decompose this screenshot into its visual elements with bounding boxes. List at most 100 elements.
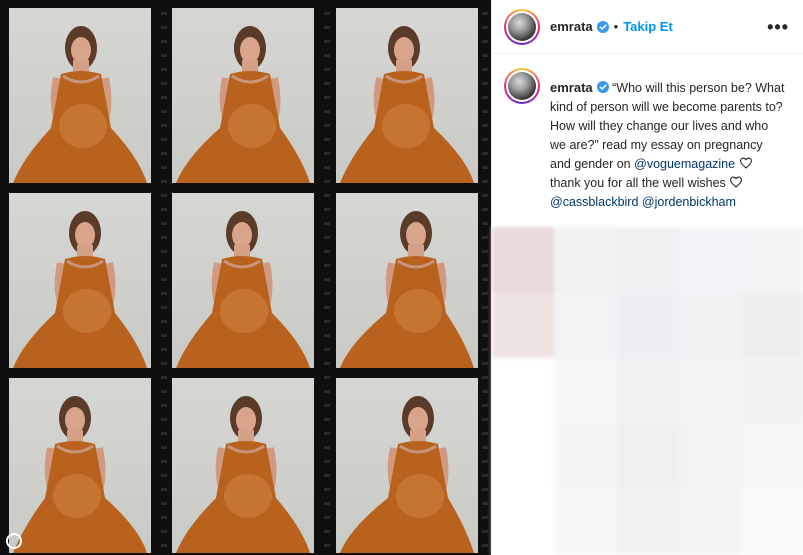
film-sprocket bbox=[482, 138, 488, 141]
film-sprocket bbox=[482, 124, 488, 127]
post-header: emrata • Takip Et ••• bbox=[492, 0, 803, 54]
film-sprocket bbox=[161, 250, 167, 253]
film-sprocket bbox=[324, 530, 330, 533]
film-sprocket bbox=[482, 96, 488, 99]
mention-jordenbickham[interactable]: @jordenbickham bbox=[642, 195, 736, 209]
blurred-block bbox=[492, 423, 555, 490]
watermark-logo-icon bbox=[6, 533, 22, 549]
film-sprocket bbox=[161, 26, 167, 29]
film-sprocket bbox=[161, 334, 167, 337]
blurred-block bbox=[741, 292, 803, 359]
film-sprocket bbox=[161, 12, 167, 15]
photo-frame bbox=[336, 8, 478, 183]
film-sprocket bbox=[482, 446, 488, 449]
film-sprocket bbox=[482, 292, 488, 295]
photo-frame bbox=[336, 378, 478, 553]
blurred-block bbox=[616, 227, 680, 293]
blurred-block bbox=[679, 358, 742, 424]
photo-frame bbox=[172, 193, 314, 368]
film-sprocket bbox=[324, 124, 330, 127]
author-username[interactable]: emrata bbox=[550, 19, 593, 34]
film-sprocket bbox=[161, 446, 167, 449]
film-sprocket bbox=[324, 236, 330, 239]
film-sprocket bbox=[482, 110, 488, 113]
film-sprocket bbox=[161, 166, 167, 169]
blurred-block bbox=[616, 358, 680, 424]
film-sprocket bbox=[482, 180, 488, 183]
film-sprocket bbox=[324, 292, 330, 295]
film-sprocket bbox=[324, 278, 330, 281]
post-side-panel: emrata • Takip Et ••• emrata “Who will t… bbox=[491, 0, 803, 555]
photo-frame bbox=[336, 193, 478, 368]
blurred-block bbox=[679, 489, 742, 555]
film-sprocket bbox=[482, 488, 488, 491]
separator-dot: • bbox=[613, 19, 619, 34]
blurred-block bbox=[616, 423, 680, 490]
film-sprocket bbox=[161, 292, 167, 295]
film-sprocket bbox=[324, 404, 330, 407]
film-sprocket bbox=[324, 194, 330, 197]
film-sprocket bbox=[161, 180, 167, 183]
post-image-contact-sheet[interactable] bbox=[0, 0, 491, 555]
film-sprocket bbox=[482, 82, 488, 85]
verified-badge-icon bbox=[596, 81, 609, 93]
film-sprocket bbox=[482, 404, 488, 407]
film-sprocket bbox=[161, 306, 167, 309]
film-sprocket bbox=[482, 152, 488, 155]
film-sprocket bbox=[324, 418, 330, 421]
film-sprocket bbox=[161, 110, 167, 113]
film-sprocket bbox=[161, 138, 167, 141]
follow-button[interactable]: Takip Et bbox=[623, 19, 673, 34]
mention-voguemagazine[interactable]: @voguemagazine bbox=[634, 157, 735, 171]
more-options-icon[interactable]: ••• bbox=[767, 18, 789, 36]
film-sprocket bbox=[482, 502, 488, 505]
film-sprocket bbox=[324, 68, 330, 71]
caption-avatar[interactable] bbox=[504, 68, 540, 104]
blurred-block bbox=[554, 292, 617, 359]
blurred-block bbox=[741, 227, 803, 293]
heart-outline-icon bbox=[739, 157, 752, 169]
film-sprocket bbox=[324, 152, 330, 155]
film-sprocket bbox=[324, 460, 330, 463]
film-sprocket bbox=[482, 362, 488, 365]
mention-cassblackbird[interactable]: @cassblackbird bbox=[550, 195, 638, 209]
blurred-block bbox=[741, 358, 803, 424]
film-sprocket bbox=[482, 222, 488, 225]
film-sprocket bbox=[482, 348, 488, 351]
film-sprocket bbox=[324, 208, 330, 211]
film-sprocket bbox=[482, 40, 488, 43]
instagram-post: emrata • Takip Et ••• emrata “Who will t… bbox=[0, 0, 803, 555]
film-sprocket bbox=[482, 208, 488, 211]
blurred-block bbox=[554, 489, 617, 555]
film-sprocket bbox=[324, 110, 330, 113]
film-sprocket bbox=[161, 194, 167, 197]
film-sprocket bbox=[161, 474, 167, 477]
blurred-block bbox=[741, 489, 803, 555]
photo-frame bbox=[172, 378, 314, 553]
caption-username[interactable]: emrata bbox=[550, 80, 593, 95]
film-sprocket bbox=[324, 166, 330, 169]
film-sprocket bbox=[324, 544, 330, 547]
film-sprocket bbox=[482, 334, 488, 337]
film-sprocket bbox=[161, 348, 167, 351]
film-sprocket bbox=[324, 376, 330, 379]
film-sprocket bbox=[161, 208, 167, 211]
film-sprocket bbox=[161, 404, 167, 407]
film-sprocket bbox=[324, 54, 330, 57]
blurred-block bbox=[554, 423, 617, 490]
author-avatar[interactable] bbox=[504, 8, 540, 45]
film-sprocket bbox=[161, 54, 167, 57]
film-sprocket bbox=[482, 250, 488, 253]
film-sprocket bbox=[482, 474, 488, 477]
film-sprocket bbox=[324, 432, 330, 435]
film-sprocket bbox=[482, 236, 488, 239]
film-sprocket bbox=[161, 82, 167, 85]
blurred-block bbox=[616, 489, 680, 555]
blurred-block bbox=[679, 227, 742, 293]
heart-outline-icon bbox=[730, 176, 743, 188]
film-sprocket bbox=[161, 152, 167, 155]
film-sprocket bbox=[482, 54, 488, 57]
film-sprocket bbox=[482, 530, 488, 533]
film-sprocket bbox=[161, 278, 167, 281]
film-sprocket bbox=[482, 264, 488, 267]
